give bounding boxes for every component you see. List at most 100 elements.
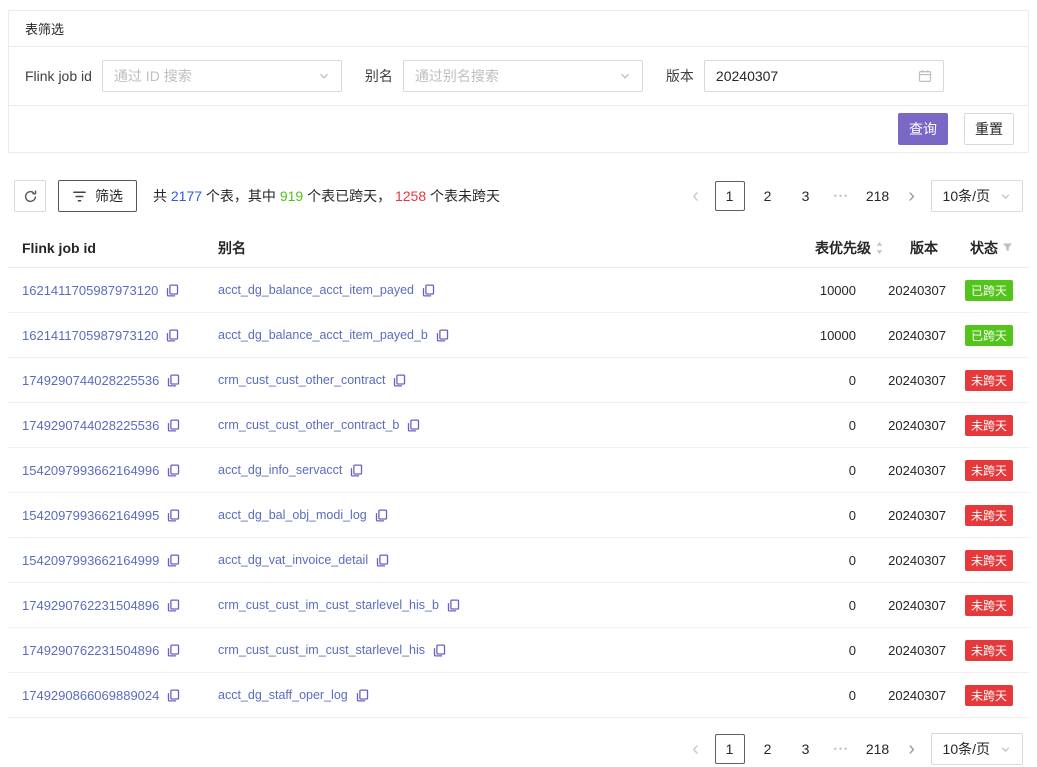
table-row: 1749290762231504896 crm_cust_cust_im_cus… xyxy=(8,628,1029,673)
copy-icon[interactable] xyxy=(422,284,435,297)
flink-id-select[interactable]: 通过 ID 搜索 xyxy=(102,60,342,92)
query-button[interactable]: 查询 xyxy=(898,113,948,145)
filter-panel: 表筛选 Flink job id 通过 ID 搜索 别名 通过别名搜索 xyxy=(8,10,1029,153)
job-id-cell: 1621411705987973120 xyxy=(22,328,218,343)
prev-page-button[interactable]: ‹ xyxy=(685,181,707,211)
alias-select[interactable]: 通过别名搜索 xyxy=(403,60,643,92)
table-row: 1542097993662164999 acct_dg_vat_invoice_… xyxy=(8,538,1029,583)
job-id-cell: 1621411705987973120 xyxy=(22,283,218,298)
page-size-label: 10条/页 xyxy=(943,739,990,759)
job-id-link[interactable]: 1749290744028225536 xyxy=(22,418,159,433)
alias-link[interactable]: acct_dg_vat_invoice_detail xyxy=(218,553,368,567)
copy-icon[interactable] xyxy=(407,419,420,432)
version-value: 20240307 xyxy=(884,688,946,703)
job-id-link[interactable]: 1621411705987973120 xyxy=(22,328,158,343)
next-page-button[interactable]: › xyxy=(901,734,923,764)
chevron-down-icon xyxy=(318,70,330,82)
version-date-input[interactable]: 20240307 xyxy=(704,60,944,92)
alias-link[interactable]: crm_cust_cust_other_contract_b xyxy=(218,418,399,432)
flink-id-label: Flink job id xyxy=(25,68,92,84)
alias-cell: crm_cust_cust_other_contract xyxy=(218,373,704,387)
page-ellipsis[interactable]: ••• xyxy=(829,181,855,211)
alias-link[interactable]: acct_dg_staff_oper_log xyxy=(218,688,348,702)
alias-cell: acct_dg_balance_acct_item_payed_b xyxy=(218,328,704,342)
status-badge: 未跨天 xyxy=(965,595,1013,616)
column-header-priority[interactable]: 表优先级 xyxy=(704,238,884,258)
filter-panel-title: 表筛选 xyxy=(9,11,1028,47)
version-value: 20240307 xyxy=(884,418,946,433)
reset-button[interactable]: 重置 xyxy=(964,113,1014,145)
priority-value: 0 xyxy=(704,553,884,568)
filter-toggle-button[interactable]: 筛选 xyxy=(58,180,137,212)
copy-icon[interactable] xyxy=(167,509,180,522)
job-id-link[interactable]: 1542097993662164995 xyxy=(22,508,159,523)
job-id-link[interactable]: 1542097993662164999 xyxy=(22,553,159,568)
page-size-select[interactable]: 10条/页 xyxy=(931,180,1023,212)
page-button-1[interactable]: 1 xyxy=(715,734,745,764)
copy-icon[interactable] xyxy=(167,689,180,702)
next-page-button[interactable]: › xyxy=(901,181,923,211)
page-button-1[interactable]: 1 xyxy=(715,181,745,211)
alias-cell: acct_dg_bal_obj_modi_log xyxy=(218,508,704,522)
copy-icon[interactable] xyxy=(167,599,180,612)
page-size-label: 10条/页 xyxy=(943,186,990,206)
copy-icon[interactable] xyxy=(350,464,363,477)
page-ellipsis[interactable]: ••• xyxy=(829,734,855,764)
copy-icon[interactable] xyxy=(167,419,180,432)
priority-value: 0 xyxy=(704,643,884,658)
copy-icon[interactable] xyxy=(167,464,180,477)
alias-link[interactable]: acct_dg_balance_acct_item_payed xyxy=(218,283,414,297)
summary-part2: 个表，其中 xyxy=(202,188,280,204)
job-id-link[interactable]: 1542097993662164996 xyxy=(22,463,159,478)
status-badge: 未跨天 xyxy=(965,460,1013,481)
page-button-3[interactable]: 3 xyxy=(791,734,821,764)
prev-page-button[interactable]: ‹ xyxy=(685,734,707,764)
alias-link[interactable]: crm_cust_cust_im_cust_starlevel_his_b xyxy=(218,598,439,612)
alias-link[interactable]: acct_dg_bal_obj_modi_log xyxy=(218,508,367,522)
refresh-button[interactable] xyxy=(14,180,46,212)
copy-icon[interactable] xyxy=(375,509,388,522)
copy-icon[interactable] xyxy=(167,554,180,567)
page-button-2[interactable]: 2 xyxy=(753,181,783,211)
page-size-select[interactable]: 10条/页 xyxy=(931,733,1023,765)
table-row: 1621411705987973120 acct_dg_balance_acct… xyxy=(8,268,1029,313)
page-button-last[interactable]: 218 xyxy=(863,181,893,211)
job-id-link[interactable]: 1749290744028225536 xyxy=(22,373,159,388)
column-header-status: 状态 xyxy=(946,238,1013,258)
job-id-link[interactable]: 1749290866069889024 xyxy=(22,688,159,703)
sort-icon[interactable] xyxy=(875,241,884,255)
copy-icon[interactable] xyxy=(166,284,179,297)
copy-icon[interactable] xyxy=(356,689,369,702)
status-badge: 未跨天 xyxy=(965,685,1013,706)
crossed-count: 919 xyxy=(280,188,303,204)
copy-icon[interactable] xyxy=(436,329,449,342)
job-id-link[interactable]: 1621411705987973120 xyxy=(22,283,158,298)
page-button-2[interactable]: 2 xyxy=(753,734,783,764)
alias-cell: crm_cust_cust_other_contract_b xyxy=(218,418,704,432)
priority-value: 0 xyxy=(704,598,884,613)
copy-icon[interactable] xyxy=(167,644,180,657)
copy-icon[interactable] xyxy=(167,374,180,387)
table-header: Flink job id 别名 表优先级 版本 状态 xyxy=(8,228,1029,268)
copy-icon[interactable] xyxy=(447,599,460,612)
job-id-link[interactable]: 1749290762231504896 xyxy=(22,643,159,658)
status-badge: 未跨天 xyxy=(965,640,1013,661)
copy-icon[interactable] xyxy=(166,329,179,342)
version-label: 版本 xyxy=(666,66,694,86)
column-header-alias: 别名 xyxy=(218,238,704,258)
copy-icon[interactable] xyxy=(393,374,406,387)
alias-link[interactable]: crm_cust_cust_im_cust_starlevel_his xyxy=(218,643,425,657)
filter-funnel-icon[interactable] xyxy=(1002,242,1013,253)
alias-link[interactable]: acct_dg_info_servacct xyxy=(218,463,342,477)
calendar-icon xyxy=(918,69,932,83)
job-id-link[interactable]: 1749290762231504896 xyxy=(22,598,159,613)
page-button-last[interactable]: 218 xyxy=(863,734,893,764)
table-row: 1749290762231504896 crm_cust_cust_im_cus… xyxy=(8,583,1029,628)
page-button-3[interactable]: 3 xyxy=(791,181,821,211)
alias-label: 别名 xyxy=(365,66,393,86)
table-row: 1749290744028225536 crm_cust_cust_other_… xyxy=(8,358,1029,403)
alias-link[interactable]: crm_cust_cust_other_contract xyxy=(218,373,385,387)
copy-icon[interactable] xyxy=(433,644,446,657)
copy-icon[interactable] xyxy=(376,554,389,567)
alias-link[interactable]: acct_dg_balance_acct_item_payed_b xyxy=(218,328,428,342)
